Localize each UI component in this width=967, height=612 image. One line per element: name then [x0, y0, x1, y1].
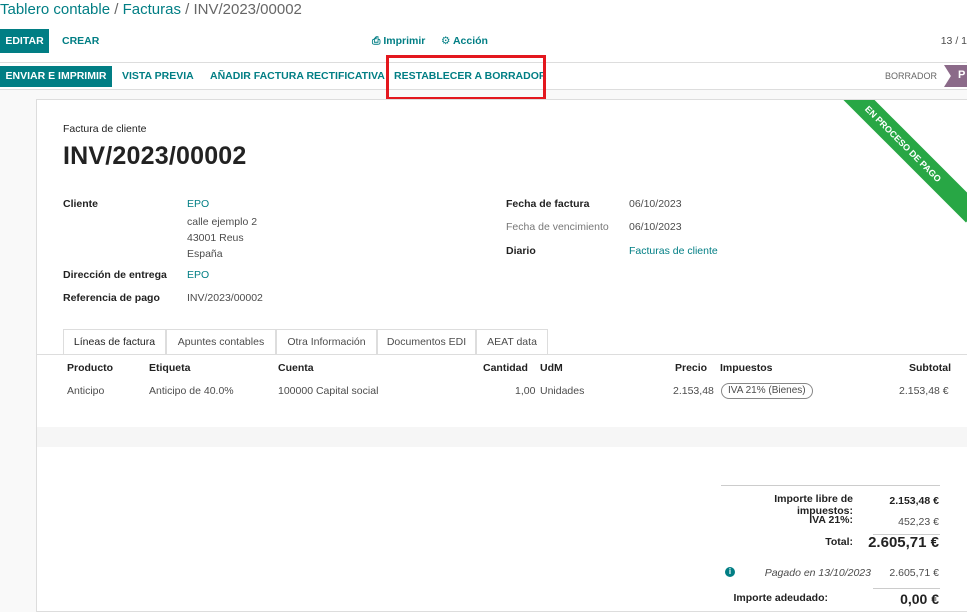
customer-field[interactable]: EPO [187, 198, 209, 210]
cell-subtotal: 2.153,48 € [899, 385, 949, 397]
highlight-annotation [386, 55, 546, 100]
col-account[interactable]: Cuenta [278, 362, 314, 374]
col-label[interactable]: Etiqueta [149, 362, 190, 374]
invoice-date-field[interactable]: 06/10/2023 [629, 198, 682, 210]
address-line: España [187, 248, 223, 260]
breadcrumb-separator: / [180, 1, 194, 18]
cell-uom: Unidades [540, 385, 585, 397]
cell-account: 100000 Capital social [278, 385, 379, 397]
delivery-address-label: Dirección de entrega [63, 269, 167, 281]
preview-button[interactable]: VISTA PREVIA [122, 70, 194, 82]
cell-product: Anticipo [67, 385, 105, 397]
control-panel: Tablero contable / Facturas / INV/2023/0… [0, 0, 967, 62]
gear-icon: ⚙ [441, 35, 451, 47]
amount-due-value: 0,00 € [900, 591, 939, 607]
col-subtotal[interactable]: Subtotal [909, 362, 951, 374]
tab-journal-items[interactable]: Apuntes contables [166, 329, 276, 354]
customer-label: Cliente [63, 198, 99, 210]
tax-tag-badge: IVA 21% (Bienes) [721, 383, 813, 399]
tab-aeat-data[interactable]: AEAT data [476, 329, 548, 354]
action-label: Acción [452, 35, 488, 47]
tabs-divider [37, 354, 967, 355]
tab-invoice-lines[interactable]: Líneas de factura [63, 329, 166, 354]
pager-value[interactable]: 13 / 1 [941, 35, 967, 47]
print-label: Imprimir [383, 35, 426, 47]
amount-due-label: Importe adeudado: [733, 592, 828, 604]
journal-field[interactable]: Facturas de cliente [629, 245, 718, 257]
address-line: calle ejemplo 2 [187, 216, 258, 228]
cell-price: 2.153,48 [673, 385, 714, 397]
total-value: 2.605,71 € [868, 534, 939, 551]
breadcrumb-current: INV/2023/00002 [193, 1, 302, 18]
journal-label: Diario [506, 245, 536, 257]
payment-label: Pagado en 13/10/2023 [764, 567, 871, 579]
col-uom[interactable]: UdM [540, 362, 563, 374]
create-button[interactable]: CREAR [62, 35, 99, 47]
state-posted-label: P [958, 69, 966, 81]
edit-button[interactable]: EDITAR [0, 29, 49, 53]
due-date-field[interactable]: 06/10/2023 [629, 221, 682, 233]
due-date-label: Fecha de vencimiento [506, 221, 609, 233]
delivery-address-field[interactable]: EPO [187, 269, 209, 281]
payment-value: 2.605,71 € [889, 567, 939, 579]
invoice-form-sheet: EN PROCESO DE PAGO Factura de cliente IN… [36, 99, 967, 612]
col-price[interactable]: Precio [675, 362, 707, 374]
cell-label: Anticipo de 40.0% [149, 385, 234, 397]
page-title: INV/2023/00002 [63, 142, 247, 170]
payment-reference-label: Referencia de pago [63, 292, 160, 304]
status-ribbon: EN PROCESO DE PAGO [824, 100, 967, 223]
send-print-button[interactable]: ENVIAR E IMPRIMIR [0, 66, 112, 87]
cell-quantity: 1,00 [515, 385, 536, 397]
address-line: 43001 Reus [187, 232, 244, 244]
breadcrumb-dashboard[interactable]: Tablero contable [0, 1, 110, 18]
state-draft[interactable]: BORRADOR [885, 71, 937, 81]
breadcrumb-separator: / [110, 1, 123, 18]
tab-edi-documents[interactable]: Documentos EDI [377, 329, 476, 354]
printer-icon: ⎙ [372, 35, 381, 47]
total-label: Total: [825, 536, 853, 548]
table-footer [37, 427, 967, 447]
amount-due-divider [873, 588, 940, 589]
untaxed-amount-value: 2.153,48 € [889, 495, 939, 507]
add-credit-note-button[interactable]: AÑADIR FACTURA RECTIFICATIVA [210, 70, 385, 82]
print-menu[interactable]: ⎙ Imprimir [372, 35, 425, 48]
document-type: Factura de cliente [63, 123, 147, 135]
tax-amount-label: IVA 21%: [809, 514, 853, 526]
col-quantity[interactable]: Cantidad [483, 362, 528, 374]
col-product[interactable]: Producto [67, 362, 113, 374]
breadcrumb-invoices[interactable]: Facturas [123, 1, 181, 18]
col-taxes[interactable]: Impuestos [720, 362, 773, 374]
totals-divider [721, 485, 940, 486]
state-posted[interactable]: P [944, 65, 967, 87]
invoice-date-label: Fecha de factura [506, 198, 590, 210]
payment-reference-field[interactable]: INV/2023/00002 [187, 292, 263, 304]
tab-other-info[interactable]: Otra Información [276, 329, 377, 354]
breadcrumb: Tablero contable / Facturas / INV/2023/0… [0, 1, 302, 18]
action-menu[interactable]: ⚙ Acción [441, 35, 488, 47]
tax-amount-value: 452,23 € [898, 516, 939, 528]
